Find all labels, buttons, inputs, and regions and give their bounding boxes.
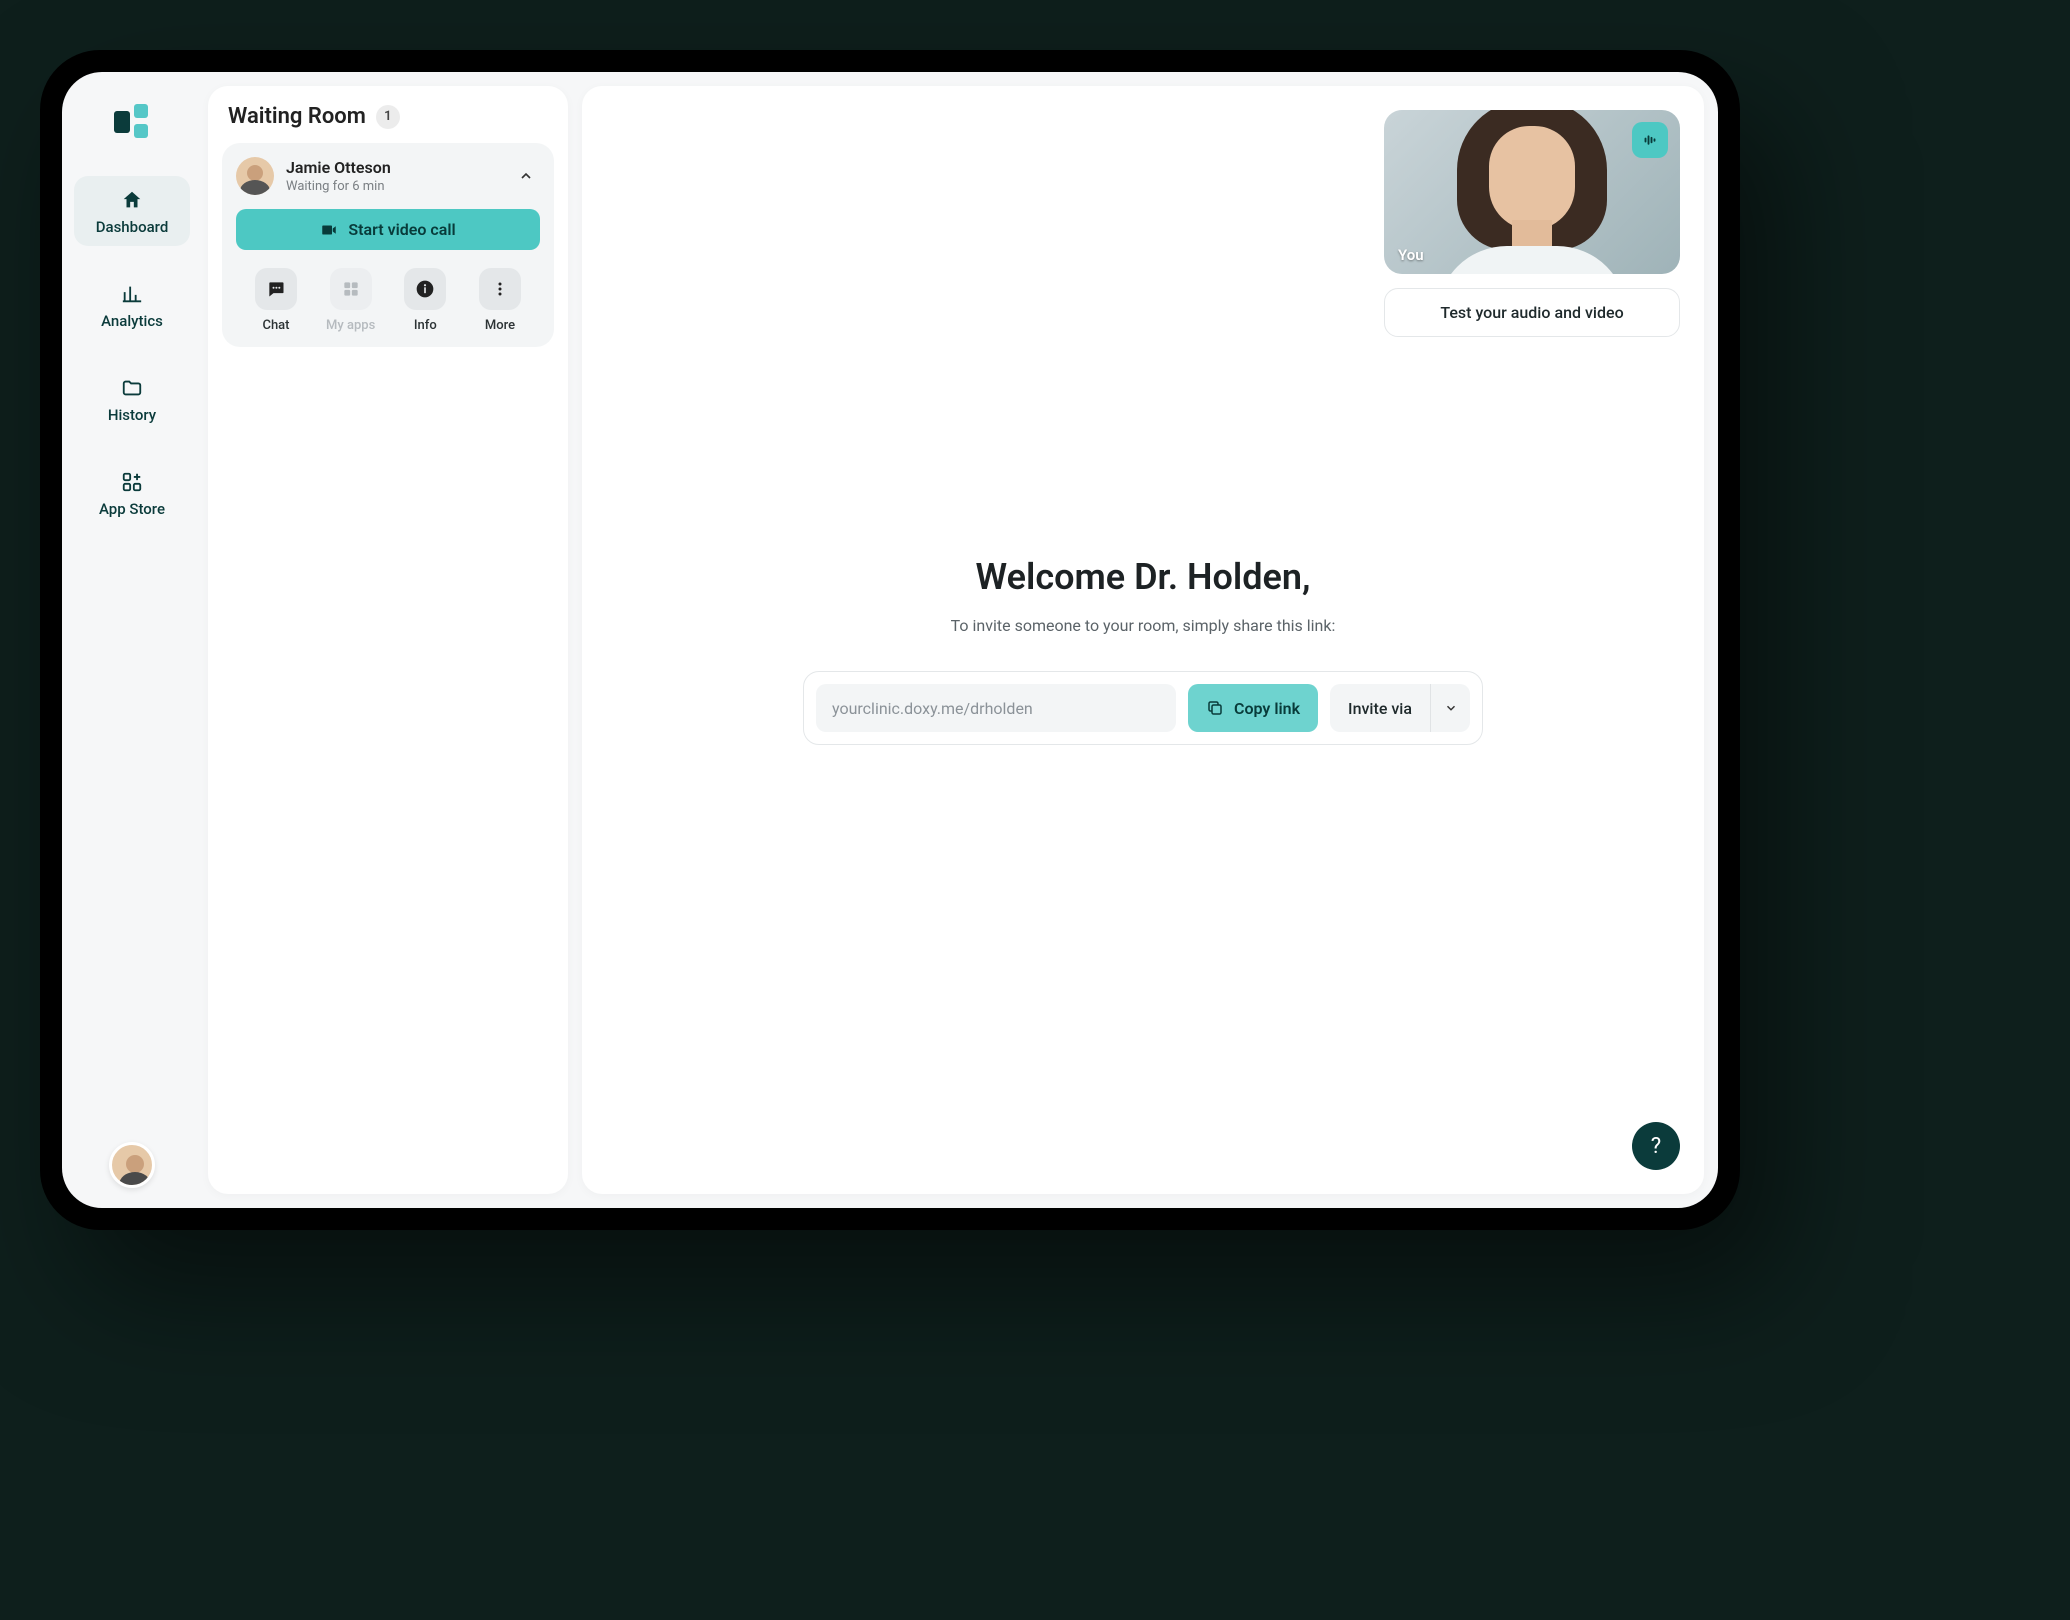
action-label: My apps (326, 318, 375, 333)
patient-status: Waiting for 6 min (286, 179, 500, 194)
analytics-icon (120, 282, 144, 306)
welcome-block: Welcome Dr. Holden, To invite someone to… (803, 556, 1483, 745)
video-self-label: You (1398, 246, 1424, 264)
sidebar: Dashboard Analytics History App Store (62, 72, 202, 1208)
audio-bars-icon (1641, 131, 1659, 149)
folder-icon (120, 376, 144, 400)
copy-icon (1206, 699, 1224, 717)
patient-avatar (236, 157, 274, 195)
video-face-illustration (1457, 110, 1607, 274)
patient-info: Jamie Otteson Waiting for 6 min (286, 158, 500, 194)
sidebar-item-analytics[interactable]: Analytics (74, 270, 190, 340)
self-video-preview[interactable]: You (1384, 110, 1680, 274)
action-label: Chat (262, 318, 289, 333)
info-icon (415, 279, 435, 299)
help-button[interactable]: ? (1632, 1122, 1680, 1170)
copy-link-label: Copy link (1234, 699, 1300, 718)
waiting-room-panel: Waiting Room 1 Jamie Otteson Waiting for… (208, 86, 568, 1194)
start-video-call-button[interactable]: Start video call (236, 209, 540, 250)
sidebar-item-label: History (108, 406, 156, 424)
chat-button[interactable] (255, 268, 297, 310)
sidebar-item-label: Dashboard (96, 218, 169, 236)
waiting-room-header: Waiting Room 1 (222, 104, 554, 143)
patient-row[interactable]: Jamie Otteson Waiting for 6 min (236, 157, 540, 195)
sidebar-item-label: App Store (99, 500, 165, 518)
chat-icon (266, 279, 286, 299)
collapse-toggle[interactable] (512, 162, 540, 190)
copy-link-button[interactable]: Copy link (1188, 684, 1318, 732)
action-info: Info (389, 268, 461, 333)
chevron-up-icon (518, 168, 534, 184)
app-grid-icon (120, 470, 144, 494)
sidebar-item-dashboard[interactable]: Dashboard (74, 176, 190, 246)
action-more: More (464, 268, 536, 333)
patient-action-row: Chat My apps (236, 268, 540, 333)
chevron-down-icon (1444, 701, 1458, 715)
action-my-apps: My apps (315, 268, 387, 333)
more-button[interactable] (479, 268, 521, 310)
screen: Dashboard Analytics History App Store (62, 72, 1718, 1208)
sidebar-item-app-store[interactable]: App Store (74, 458, 190, 528)
apps-grid-icon (341, 279, 361, 299)
help-icon: ? (1651, 1134, 1661, 1159)
room-link-input[interactable] (816, 684, 1176, 732)
home-icon (120, 188, 144, 212)
action-chat: Chat (240, 268, 312, 333)
video-camera-icon (320, 221, 338, 239)
patient-card: Jamie Otteson Waiting for 6 min Start vi… (222, 143, 554, 347)
start-video-call-label: Start video call (348, 220, 455, 239)
sidebar-item-label: Analytics (101, 312, 163, 330)
invite-via-group: Invite via (1330, 684, 1470, 732)
action-label: Info (414, 318, 437, 333)
invite-via-dropdown[interactable] (1430, 684, 1470, 732)
invite-via-button[interactable]: Invite via (1330, 684, 1430, 732)
test-audio-video-button[interactable]: Test your audio and video (1384, 288, 1680, 337)
waiting-room-count-badge: 1 (376, 105, 400, 129)
info-button[interactable] (404, 268, 446, 310)
welcome-subtitle: To invite someone to your room, simply s… (803, 616, 1483, 635)
welcome-title: Welcome Dr. Holden, (803, 556, 1483, 598)
more-vertical-icon (490, 279, 510, 299)
audio-level-button[interactable] (1632, 122, 1668, 158)
patient-name: Jamie Otteson (286, 158, 500, 177)
my-apps-button[interactable] (330, 268, 372, 310)
waiting-room-title: Waiting Room (228, 104, 366, 129)
brand-logo-icon (114, 104, 150, 140)
sidebar-item-history[interactable]: History (74, 364, 190, 434)
action-label: More (485, 318, 515, 333)
user-avatar[interactable] (109, 1142, 155, 1188)
tablet-frame: Dashboard Analytics History App Store (40, 50, 1740, 1230)
main-content: You Test your audio and video Welcome Dr… (582, 86, 1704, 1194)
invite-row: Copy link Invite via (803, 671, 1483, 745)
